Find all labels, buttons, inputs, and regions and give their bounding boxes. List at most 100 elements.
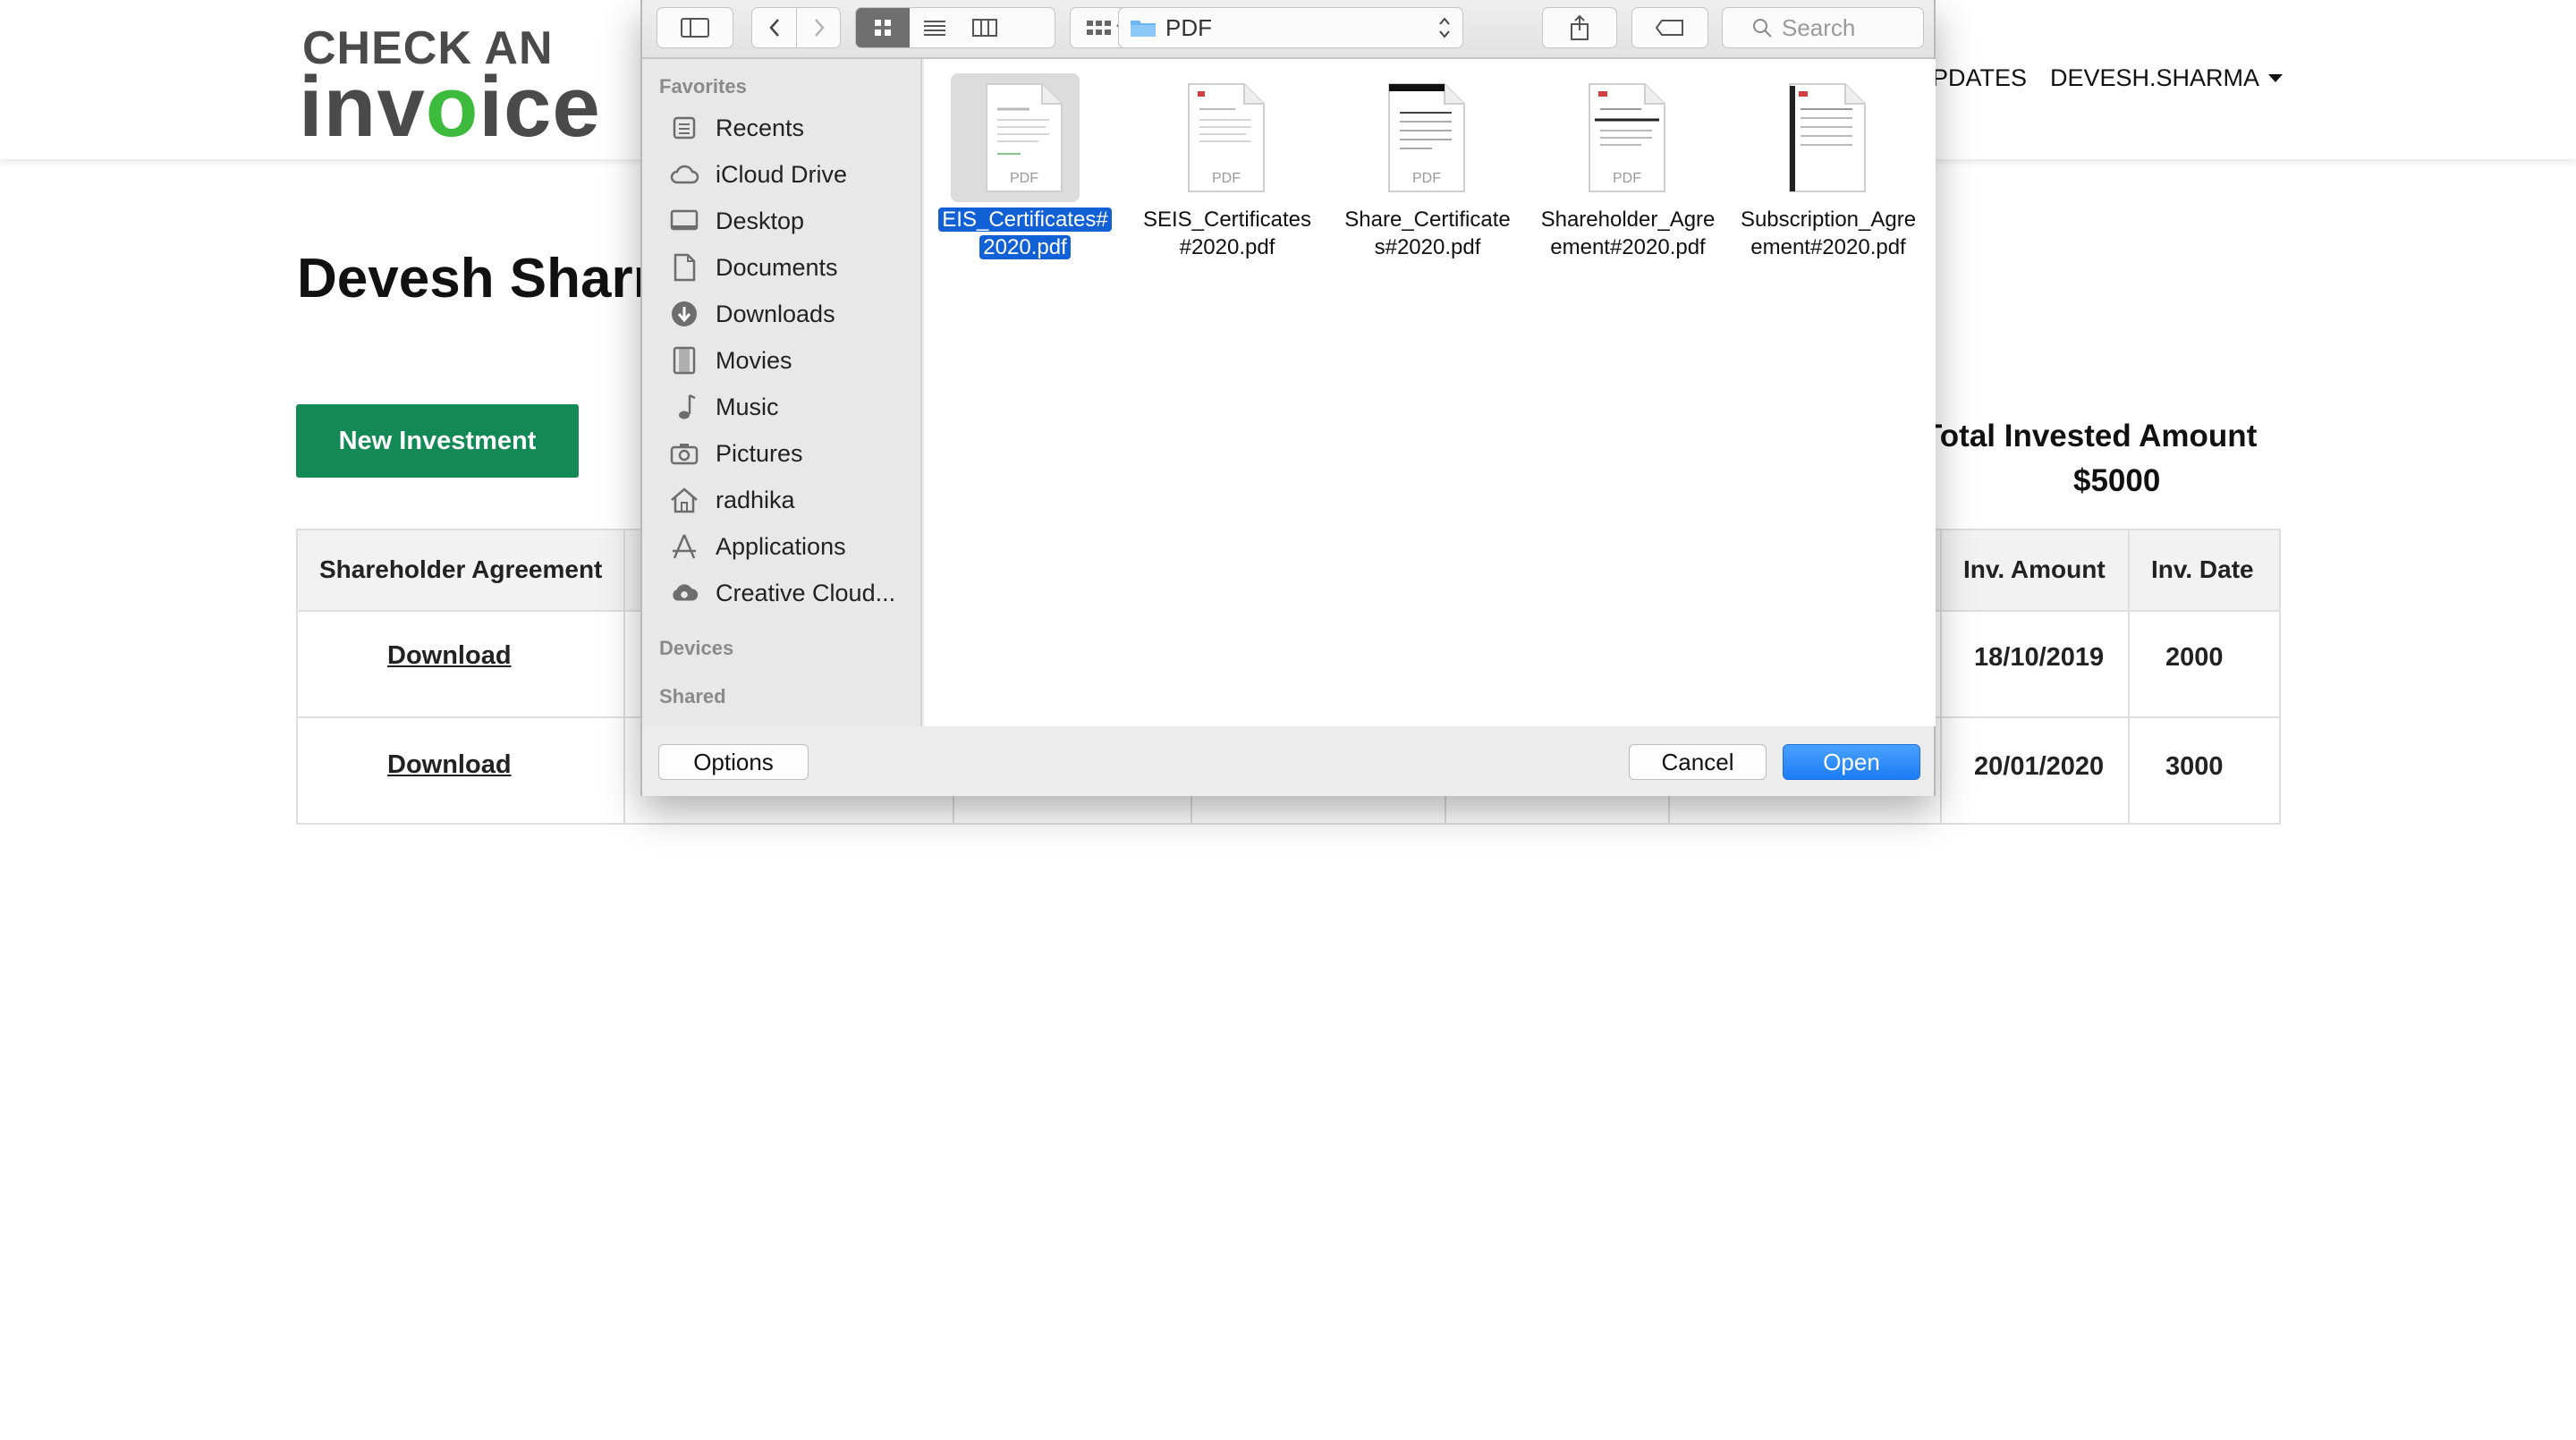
sidebar-item-recents[interactable]: Recents xyxy=(669,107,911,148)
list-icon xyxy=(924,21,945,36)
table-cell: 20/01/2020 xyxy=(1974,752,2105,781)
column-view-button[interactable] xyxy=(960,8,1010,47)
sidebar-item-label: Movies xyxy=(716,346,792,374)
sidebar-item-label: Applications xyxy=(716,532,846,560)
location-popup[interactable]: PDF xyxy=(1118,7,1463,48)
list-view-button[interactable] xyxy=(910,8,960,47)
file-item[interactable]: Subscription_Agre ement#2020.pdf xyxy=(1727,68,1929,283)
camera-icon xyxy=(669,438,699,469)
pdf-file-icon: PDF xyxy=(1188,83,1265,192)
file-name: EIS_Certificates# 2020.pdf xyxy=(924,206,1126,261)
pdf-badge: PDF xyxy=(1412,171,1441,186)
downloads-icon xyxy=(669,299,699,329)
file-name: SEIS_Certificates #2020.pdf xyxy=(1142,208,1312,259)
columns-icon xyxy=(972,19,997,37)
sidebar-item-downloads[interactable]: Downloads xyxy=(669,293,911,335)
download-link[interactable]: Download xyxy=(387,641,512,671)
total-invested-value: $5000 xyxy=(2073,463,2161,498)
site-logo[interactable]: CHECK AN invoice xyxy=(299,21,621,152)
sidebar-item-label: Documents xyxy=(716,253,838,281)
chevron-left-icon xyxy=(769,19,779,37)
download-link[interactable]: Download xyxy=(387,750,512,780)
file-item[interactable]: PDF Share_Certificate s#2020.pdf xyxy=(1326,68,1529,283)
total-invested-label: Total Invested Amount xyxy=(1923,419,2258,453)
sidebar-item-movies[interactable]: Movies xyxy=(669,340,911,381)
devices-header[interactable]: Devices xyxy=(659,637,733,660)
column-divider xyxy=(623,530,625,823)
applications-icon xyxy=(669,531,699,562)
sidebar-item-icloud-drive[interactable]: iCloud Drive xyxy=(669,154,911,195)
sidebar-item-radhika[interactable]: radhika xyxy=(669,479,911,521)
shared-header[interactable]: Shared xyxy=(659,685,726,708)
search-icon xyxy=(1753,19,1772,38)
pdf-badge: PDF xyxy=(1212,171,1241,186)
icon-view-button[interactable] xyxy=(856,8,910,47)
sidebar-item-documents[interactable]: Documents xyxy=(669,247,911,288)
sidebar-toggle-button[interactable] xyxy=(657,7,733,48)
view-mode-group xyxy=(855,7,1055,48)
cloud-icon xyxy=(669,159,699,190)
updown-chevron-icon xyxy=(1439,17,1450,38)
pdf-badge: PDF xyxy=(1613,171,1641,186)
sidebar-item-creative-cloud[interactable]: Creative Cloud... xyxy=(669,572,911,614)
header-shareholder-agreement: Shareholder Agreement xyxy=(319,555,603,583)
file-name: Shareholder_Agre ement#2020.pdf xyxy=(1540,208,1716,259)
sidebar-item-desktop[interactable]: Desktop xyxy=(669,200,911,241)
dialog-sidebar: Favorites Recents iCloud Drive Desktop D… xyxy=(642,59,922,726)
music-icon xyxy=(669,392,699,422)
movies-icon xyxy=(669,345,699,376)
sidebar-item-label: iCloud Drive xyxy=(716,160,848,188)
search-placeholder: Search xyxy=(1782,13,1856,41)
pdf-badge: PDF xyxy=(1010,171,1038,186)
table-cell: 18/10/2019 xyxy=(1974,643,2105,672)
nav-updates-link[interactable]: PDATES xyxy=(1932,64,2027,92)
home-icon xyxy=(669,485,699,515)
file-item[interactable]: PDF SEIS_Certificates #2020.pdf xyxy=(1126,68,1328,283)
forward-button[interactable] xyxy=(797,8,842,47)
sidebar-item-pictures[interactable]: Pictures xyxy=(669,433,911,474)
back-button[interactable] xyxy=(752,8,797,47)
sidebar-item-applications[interactable]: Applications xyxy=(669,526,911,567)
sidebar-item-label: Recents xyxy=(716,114,805,141)
location-label: PDF xyxy=(1165,13,1212,41)
column-divider xyxy=(1940,530,1942,823)
file-item[interactable]: PDF Shareholder_Agre ement#2020.pdf xyxy=(1527,68,1729,283)
search-field[interactable]: Search xyxy=(1722,7,1924,48)
sidebar-icon xyxy=(681,18,709,38)
open-file-dialog: PDF Search Favorites Recents iCloud Driv… xyxy=(640,0,1936,796)
chevron-right-icon xyxy=(815,19,825,37)
share-button[interactable] xyxy=(1542,7,1617,48)
file-name: Subscription_Agre ement#2020.pdf xyxy=(1740,208,1917,259)
column-divider xyxy=(2128,530,2130,823)
sidebar-item-music[interactable]: Music xyxy=(669,386,911,428)
cancel-button[interactable]: Cancel xyxy=(1629,744,1767,780)
tag-icon xyxy=(1655,20,1683,36)
page-title: Devesh Sharn xyxy=(297,248,667,309)
pdf-file-icon: PDF xyxy=(1589,83,1665,192)
tags-button[interactable] xyxy=(1631,7,1708,48)
grid-icon xyxy=(875,20,891,36)
table-cell: 3000 xyxy=(2165,752,2224,781)
new-investment-button[interactable]: New Investment xyxy=(296,404,579,478)
dialog-footer: Options Cancel Open xyxy=(642,726,1934,796)
user-menu[interactable]: DEVESH.SHARMA xyxy=(2050,64,2284,92)
header-inv-amount: Inv. Amount xyxy=(1963,555,2106,583)
file-item[interactable]: PDF EIS_Certificates# 2020.pdf xyxy=(924,68,1126,283)
share-icon xyxy=(1571,14,1589,40)
sidebar-item-label: Pictures xyxy=(716,439,803,467)
sidebar-item-label: Desktop xyxy=(716,207,805,234)
documents-icon xyxy=(669,252,699,283)
back-forward-group xyxy=(751,7,841,48)
dialog-toolbar: PDF Search xyxy=(642,0,1934,59)
desktop-icon xyxy=(669,206,699,236)
file-name: Share_Certificate s#2020.pdf xyxy=(1344,208,1511,259)
user-menu-label: DEVESH.SHARMA xyxy=(2050,64,2260,91)
logo-line2: invoice xyxy=(299,59,601,155)
sidebar-item-label: Music xyxy=(716,393,779,420)
sidebar-item-label: radhika xyxy=(716,486,795,513)
file-browser: PDF EIS_Certificates# 2020.pdf PDF SEIS_C… xyxy=(924,59,1936,726)
options-button[interactable]: Options xyxy=(658,744,809,780)
sidebar-item-label: Downloads xyxy=(716,300,835,327)
pdf-file-icon xyxy=(1789,83,1866,192)
open-button[interactable]: Open xyxy=(1783,744,1920,780)
